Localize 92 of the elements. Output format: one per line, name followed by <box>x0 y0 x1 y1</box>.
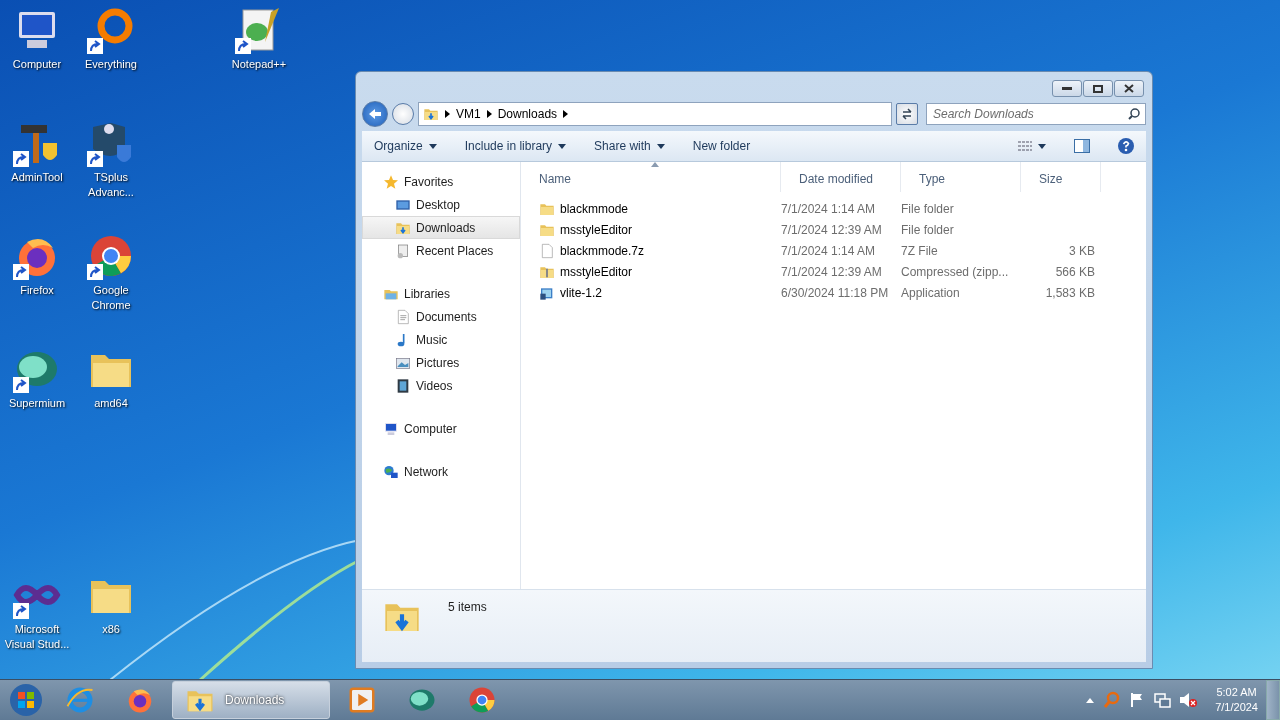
help-icon <box>1118 138 1134 154</box>
recent-icon <box>395 242 411 259</box>
desktop-icon-label[interactable]: Computer <box>0 57 74 72</box>
toolbar-button[interactable]: Include in library <box>460 137 571 155</box>
nav-item[interactable]: Downloads <box>362 216 520 239</box>
size-cell-text: 1,583 KB <box>1044 284 1096 302</box>
close-button[interactable] <box>1114 80 1144 97</box>
nav-item[interactable]: Desktop <box>362 193 520 216</box>
ie-icon <box>65 685 95 715</box>
start-orb-icon <box>9 683 43 717</box>
minimize-button[interactable] <box>1052 80 1082 97</box>
play-icon <box>347 685 377 715</box>
file-name-cell[interactable]: msstyleEditor <box>521 261 781 282</box>
toolbar-button[interactable]: Share with <box>590 137 669 155</box>
date-cell-text: 6/30/2024 11:18 PM <box>781 284 890 302</box>
caret-icon <box>1038 143 1046 149</box>
nav-item[interactable]: Music <box>362 328 520 351</box>
search-icon <box>1128 108 1140 120</box>
desktop-icon-label[interactable]: Notepad++ <box>222 57 296 72</box>
refresh-button[interactable] <box>896 103 918 125</box>
type-cell-text: File folder <box>901 200 955 218</box>
chrome-icon <box>467 685 497 715</box>
file-name-cell[interactable]: msstyleEditor <box>521 219 781 240</box>
nav-item[interactable]: Recent Places <box>362 239 520 262</box>
nav-item[interactable]: Computer <box>362 417 520 440</box>
breadcrumb[interactable]: VM1 <box>456 107 481 121</box>
maximize-icon <box>1093 84 1103 93</box>
caret-icon <box>428 143 437 149</box>
item-count: 5 items <box>448 600 487 614</box>
desktop-icon-label[interactable]: AdminTool <box>0 170 74 185</box>
back-arrow-icon <box>368 108 382 120</box>
file-icon <box>539 242 555 259</box>
nav-item[interactable]: Libraries <box>362 282 520 305</box>
chevron-icon <box>563 110 569 118</box>
date-cell-text: 7/1/2024 1:14 AM <box>781 242 877 260</box>
size-cell-text: 566 KB <box>1054 263 1096 281</box>
nav-item[interactable]: Network <box>362 460 520 483</box>
desktop-icon-label[interactable]: Google Chrome <box>74 283 148 313</box>
chevron-icon <box>486 110 492 118</box>
caret-icon <box>656 143 665 149</box>
nav-item[interactable]: Videos <box>362 374 520 397</box>
folder-icon <box>423 106 439 122</box>
type-cell-text: 7Z File <box>901 242 939 260</box>
computer-icon <box>383 420 399 437</box>
address-bar[interactable]: VM1 Downloads <box>418 102 892 126</box>
date-cell-text: 7/1/2024 12:39 AM <box>781 263 883 281</box>
column-header[interactable]: Size <box>1021 162 1101 192</box>
preview-pane-icon <box>1074 139 1090 153</box>
muted-speaker-icon[interactable] <box>1179 692 1198 708</box>
network-icon <box>383 463 399 480</box>
column-header[interactable]: Type <box>901 162 1021 192</box>
sort-arrow-icon <box>650 162 659 167</box>
toolbar-button[interactable]: Organize <box>370 137 441 155</box>
minimize-icon <box>1062 87 1072 90</box>
back-button[interactable] <box>362 101 388 127</box>
desktop-icon-label[interactable]: TSplus Advanc... <box>74 170 148 200</box>
nav-item[interactable]: Documents <box>362 305 520 328</box>
size-cell-text: 3 KB <box>1068 242 1096 260</box>
desktop-icon-label[interactable]: Microsoft Visual Stud... <box>0 622 74 652</box>
column-header[interactable]: Name <box>521 162 781 192</box>
clock[interactable]: 5:02 AM 7/1/2024 <box>1215 685 1258 715</box>
list-view-icon <box>1018 140 1032 152</box>
close-icon <box>1124 84 1134 93</box>
nav-item[interactable]: Pictures <box>362 351 520 374</box>
chevron-icon <box>445 110 450 118</box>
breadcrumb[interactable]: Downloads <box>497 107 558 121</box>
desktop-icon-label[interactable]: amd64 <box>74 396 148 411</box>
date-cell-text: 7/1/2024 1:14 AM <box>781 200 877 218</box>
type-cell-text: Compressed (zipp... <box>901 263 1010 281</box>
videos-icon <box>395 377 411 394</box>
desktop-icon-label[interactable]: Everything <box>74 57 148 72</box>
file-name-cell[interactable]: vlite-1.2 <box>521 282 781 303</box>
show-hidden-icons[interactable] <box>1085 696 1096 704</box>
network-icon[interactable] <box>1153 692 1172 708</box>
forward-button[interactable] <box>392 103 414 125</box>
date-cell-text: 7/1/2024 12:39 AM <box>781 221 883 239</box>
search-field[interactable]: Search Downloads <box>926 103 1146 125</box>
document-icon <box>395 308 411 325</box>
caret-icon <box>558 143 567 149</box>
nav-item[interactable]: Favorites <box>362 170 520 193</box>
file-name-cell[interactable]: blackmmode <box>521 198 781 219</box>
type-cell-text: Application <box>901 284 961 302</box>
file-name-cell[interactable]: blackmmode.7z <box>521 240 781 261</box>
desktop-icon-label[interactable]: Supermium <box>0 396 74 411</box>
column-header[interactable]: Date modified <box>781 162 901 192</box>
star-icon <box>383 173 399 190</box>
desktop-icon-label[interactable]: x86 <box>74 622 148 637</box>
desktop-icon-label[interactable]: Firefox <box>0 283 74 298</box>
type-cell-text: File folder <box>901 221 955 239</box>
refresh-icon <box>901 108 913 120</box>
maximize-button[interactable] <box>1083 80 1113 97</box>
toolbar-button[interactable]: New folder <box>688 137 755 155</box>
